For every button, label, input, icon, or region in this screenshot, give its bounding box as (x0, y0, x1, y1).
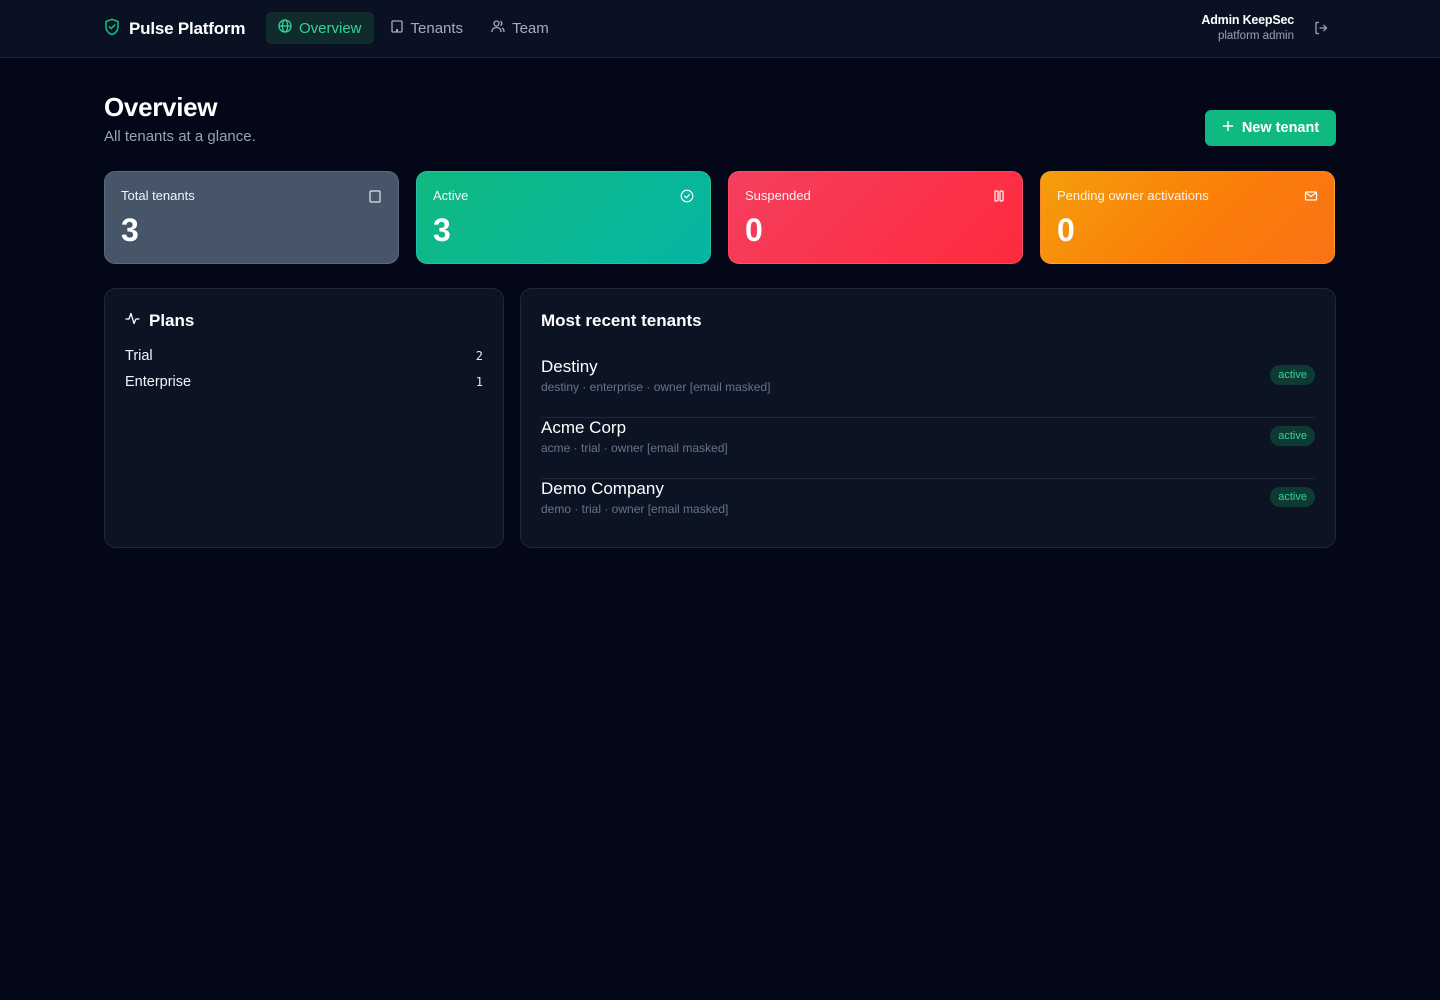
nav-item-label: Overview (299, 19, 362, 37)
stat-card-suspended: Suspended 0 (728, 171, 1023, 264)
tenant-meta: acme · trial · owner [email masked] (541, 441, 728, 455)
tenant-meta: destiny · enterprise · owner [email mask… (541, 380, 771, 394)
user-name: Admin KeepSec (1201, 13, 1294, 27)
status-badge: active (1270, 365, 1315, 385)
check-circle-icon (680, 189, 694, 203)
nav-item-tenants[interactable]: Tenants (378, 12, 476, 44)
top-bar: Pulse Platform Overview Tenants Team Adm… (0, 0, 1440, 58)
plan-name: Enterprise (125, 374, 192, 390)
tenant-meta: demo · trial · owner [email masked] (541, 502, 729, 516)
stat-value: 0 (745, 212, 763, 248)
shield-icon (104, 17, 120, 41)
list-item: Enterprise 1 (125, 372, 483, 392)
page-subtitle: All tenants at a glance. (104, 128, 256, 145)
plans-header: Plans (125, 311, 194, 331)
tenant-name: Destiny (541, 357, 598, 376)
stat-card-pending-activations: Pending owner activations 0 (1040, 171, 1335, 264)
nav-item-overview[interactable]: Overview (266, 12, 374, 44)
user-role: platform admin (1217, 30, 1294, 42)
brand-name: Pulse Platform (129, 19, 246, 38)
logout-icon[interactable] (1313, 20, 1329, 36)
tenant-name: Acme Corp (541, 418, 627, 437)
status-badge: active (1270, 426, 1315, 446)
new-tenant-button[interactable]: New tenant (1205, 110, 1336, 146)
stat-card-active: Active 3 (416, 171, 711, 264)
tenant-row[interactable]: Destiny destiny · enterprise · owner [em… (541, 357, 1315, 418)
mail-icon (1304, 189, 1318, 203)
recent-tenants-panel: Most recent tenants Destiny destiny · en… (520, 288, 1336, 548)
globe-icon (278, 19, 292, 37)
brand[interactable]: Pulse Platform (104, 17, 245, 41)
building-icon (390, 19, 404, 37)
status-badge: active (1270, 487, 1315, 507)
stat-label: Pending owner activations (1057, 188, 1209, 203)
main-nav: Overview Tenants Team (266, 12, 561, 44)
plans-panel: Plans Trial 2 Enterprise 1 (104, 288, 504, 548)
nav-item-label: Tenants (410, 19, 464, 37)
tenant-row[interactable]: Acme Corp acme · trial · owner [email ma… (541, 418, 1315, 479)
tenant-name: Demo Company (541, 479, 664, 498)
user-info[interactable]: Admin KeepSec platform admin (1201, 12, 1294, 44)
plan-name: Trial (125, 348, 153, 364)
page-title: Overview (104, 92, 218, 122)
stat-value: 3 (121, 212, 139, 248)
activity-icon (125, 311, 140, 331)
stat-label: Suspended (745, 188, 811, 203)
tenant-row[interactable]: Demo Company demo · trial · owner [email… (541, 479, 1315, 540)
stat-card-total-tenants: Total tenants 3 (104, 171, 399, 264)
users-icon (491, 19, 505, 37)
plans-title: Plans (149, 311, 195, 330)
building-icon (368, 189, 382, 203)
nav-item-team[interactable]: Team (479, 12, 561, 44)
plan-count: 1 (475, 375, 483, 389)
stat-value: 3 (433, 212, 451, 248)
recent-tenants-title: Most recent tenants (541, 311, 702, 330)
stat-label: Total tenants (121, 188, 195, 203)
pause-icon (992, 189, 1006, 203)
plan-count: 2 (475, 349, 483, 363)
list-item: Trial 2 (125, 346, 483, 366)
new-tenant-label: New tenant (1241, 120, 1320, 136)
stat-value: 0 (1057, 212, 1075, 248)
stat-label: Active (433, 188, 469, 203)
nav-item-label: Team (512, 19, 549, 37)
plus-icon (1222, 120, 1234, 136)
